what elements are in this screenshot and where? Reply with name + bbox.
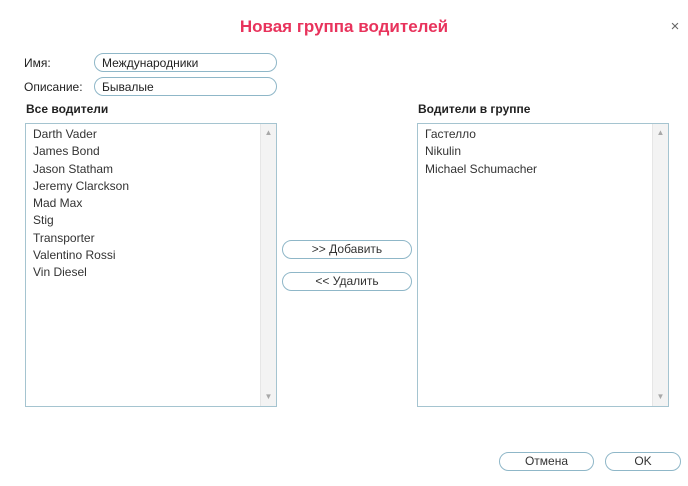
- description-label: Описание:: [24, 80, 83, 94]
- group-drivers-scrollbar[interactable]: ▲ ▼: [652, 124, 668, 406]
- name-label: Имя:: [24, 56, 51, 70]
- list-item[interactable]: Michael Schumacher: [425, 161, 537, 178]
- scroll-up-icon[interactable]: ▲: [261, 126, 276, 140]
- all-drivers-list[interactable]: Darth Vader James Bond Jason Statham Jeremy…: [25, 123, 277, 407]
- list-item[interactable]: James Bond: [33, 143, 129, 160]
- all-drivers-scrollbar[interactable]: ▲ ▼: [260, 124, 276, 406]
- scroll-down-icon[interactable]: ▼: [261, 390, 276, 404]
- list-item[interactable]: Гастелло: [425, 126, 537, 143]
- list-item[interactable]: Transporter: [33, 230, 129, 247]
- scroll-up-icon[interactable]: ▲: [653, 126, 668, 140]
- add-button[interactable]: >> Добавить: [282, 240, 412, 259]
- new-driver-group-dialog: Новая группа водителей × Имя: Описание: …: [0, 0, 688, 486]
- dialog-title: Новая группа водителей: [239, 17, 449, 36]
- list-item[interactable]: Jason Statham: [33, 161, 129, 178]
- list-item[interactable]: Stig: [33, 212, 129, 229]
- remove-button[interactable]: << Удалить: [282, 272, 412, 291]
- list-item[interactable]: Nikulin: [425, 143, 537, 160]
- group-drivers-items: Гастелло Nikulin Michael Schumacher: [425, 126, 537, 178]
- group-drivers-title: Водители в группе: [418, 102, 531, 116]
- list-item[interactable]: Valentino Rossi: [33, 247, 129, 264]
- list-item[interactable]: Darth Vader: [33, 126, 129, 143]
- scroll-down-icon[interactable]: ▼: [653, 390, 668, 404]
- cancel-button[interactable]: Отмена: [499, 452, 594, 471]
- close-icon[interactable]: ×: [668, 19, 682, 34]
- description-input[interactable]: [94, 77, 277, 96]
- group-drivers-list[interactable]: Гастелло Nikulin Michael Schumacher ▲ ▼: [417, 123, 669, 407]
- list-item[interactable]: Vin Diesel: [33, 264, 129, 281]
- list-item[interactable]: Mad Max: [33, 195, 129, 212]
- all-drivers-items: Darth Vader James Bond Jason Statham Jeremy…: [33, 126, 129, 282]
- list-item[interactable]: Jeremy Clarckson: [33, 178, 129, 195]
- ok-button[interactable]: OK: [605, 452, 681, 471]
- all-drivers-title: Все водители: [26, 102, 109, 116]
- name-input[interactable]: [94, 53, 277, 72]
